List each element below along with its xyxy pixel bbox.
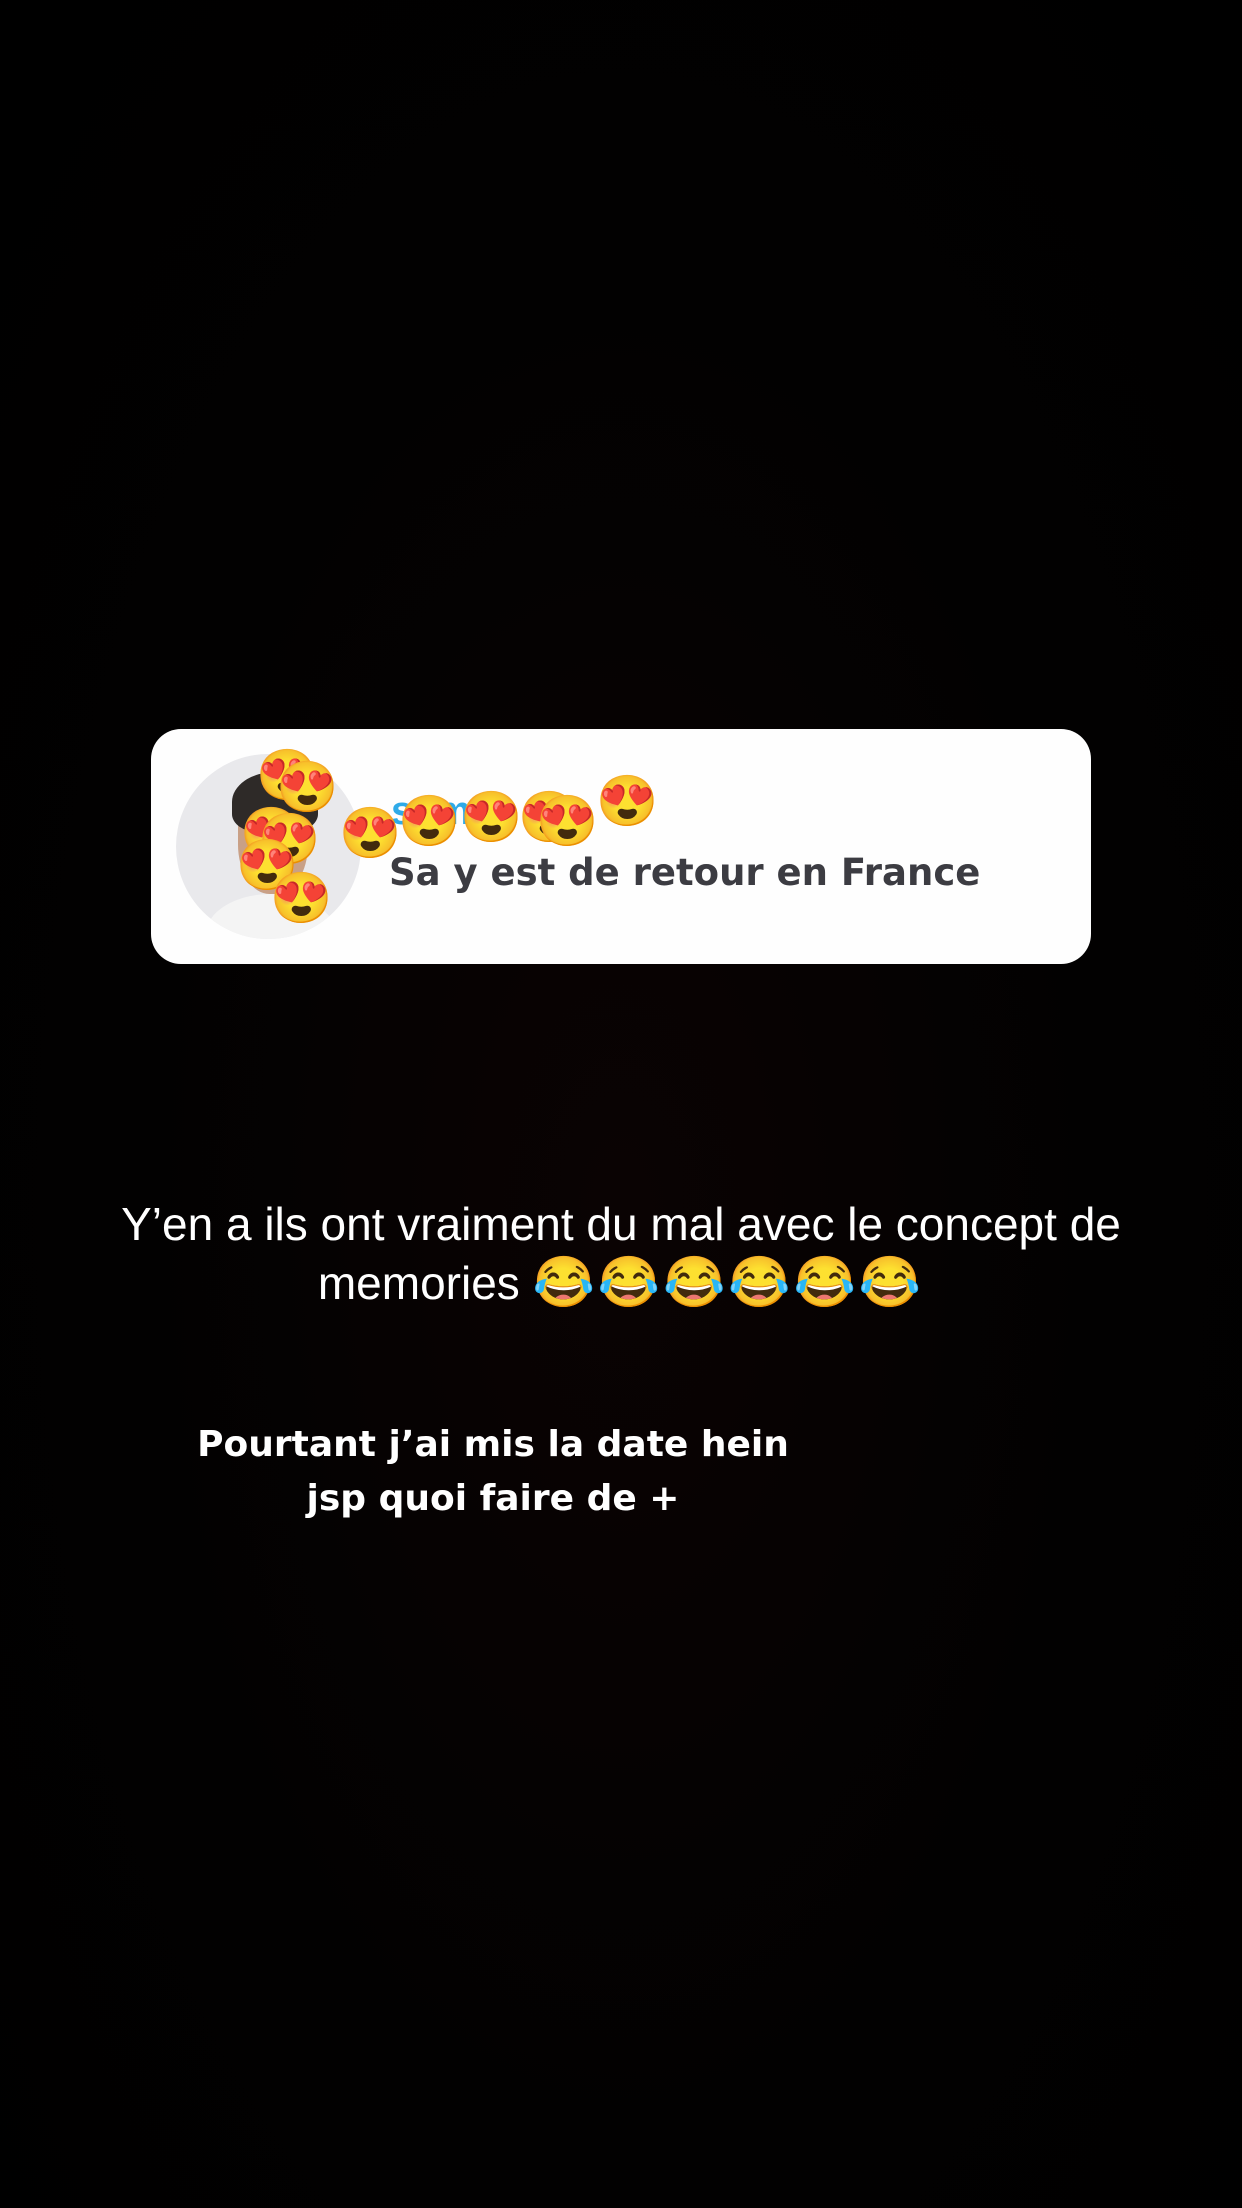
story-background: sam Sa y est de retour en France 😍 😍 😍 😍… [0, 0, 1242, 2208]
laughing-emoji-row: 😂😂😂😂😂😂 [532, 1254, 925, 1310]
caption-line-2: memories 😂😂😂😂😂😂 [60, 1253, 1182, 1312]
heart-eyes-sticker[interactable]: 😍 [270, 873, 332, 929]
overlay-line-1: Pourtant j’ai mis la date hein [197, 1424, 789, 1465]
caption-line-1: Y’en a ils ont vraiment du mal avec le c… [121, 1198, 1121, 1250]
heart-eyes-sticker[interactable]: 😍 [536, 796, 598, 852]
overlay-text: Pourtant j’ai mis la date hein jsp quoi … [150, 1418, 836, 1526]
heart-eyes-sticker[interactable]: 😍 [398, 796, 460, 852]
caption-word: memories [317, 1257, 520, 1309]
caption-text: Y’en a ils ont vraiment du mal avec le c… [60, 1195, 1182, 1312]
overlay-line-2: jsp quoi faire de + [306, 1478, 680, 1519]
heart-eyes-sticker[interactable]: 😍 [339, 808, 401, 864]
heart-eyes-sticker[interactable]: 😍 [460, 792, 522, 848]
story-message: Sa y est de retour en France [389, 851, 981, 894]
heart-eyes-sticker[interactable]: 😍 [596, 776, 658, 832]
